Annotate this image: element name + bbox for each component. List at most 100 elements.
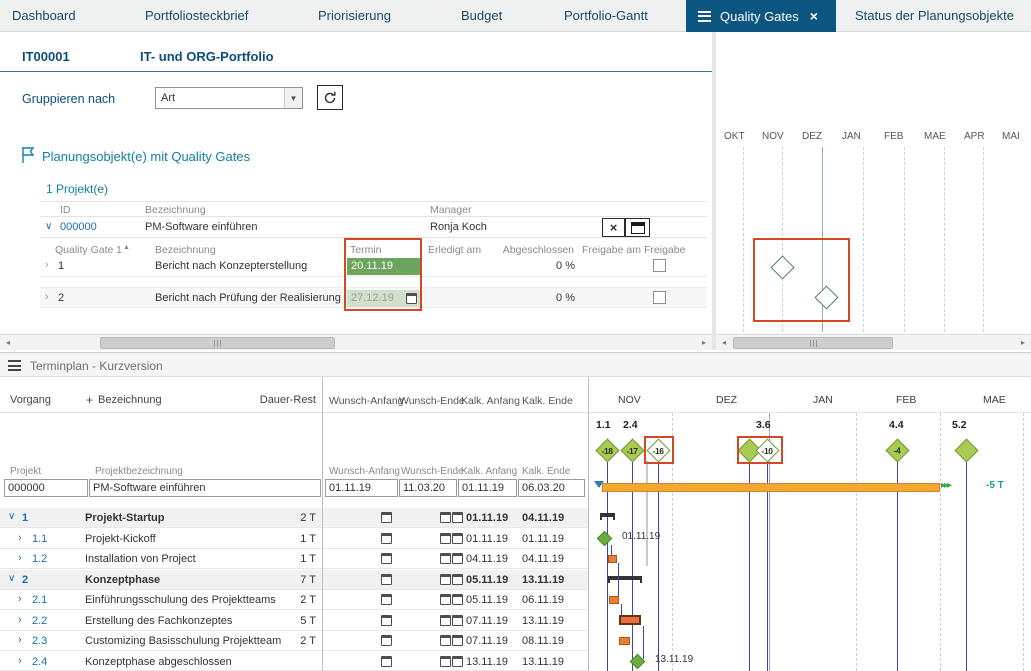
gate-termin-field[interactable]: 20.11.19 — [347, 258, 420, 275]
milestone-diamond[interactable] — [597, 531, 613, 547]
column-splitter[interactable] — [322, 377, 323, 671]
tab-status-planungsobjekte[interactable]: Status der Planungsobjekte — [855, 0, 1014, 32]
col-freigabe[interactable]: Freigabe — [644, 244, 685, 256]
task-num[interactable]: 2.1 — [32, 594, 47, 606]
calendar-icon[interactable] — [440, 656, 451, 667]
expand-icon[interactable]: › — [18, 593, 22, 605]
quality-gate-diamond[interactable]: -10 — [755, 438, 779, 462]
task-gantt-bar-selected[interactable] — [619, 615, 641, 625]
col-gate-bezeichnung[interactable]: Bezeichnung — [155, 244, 216, 256]
calendar-icon[interactable] — [381, 635, 392, 646]
scrollbar-thumb[interactable] — [733, 337, 893, 349]
gate-row[interactable]: › 2 Bericht nach Prüfung der Realisierun… — [40, 287, 707, 308]
col-freigabe-am[interactable]: Freigabe am — [582, 244, 641, 256]
expand-icon[interactable]: › — [18, 532, 22, 544]
project-gantt-bar[interactable] — [602, 483, 940, 492]
scrollbar-thumb[interactable] — [100, 337, 335, 349]
task-num[interactable]: 2.4 — [32, 656, 47, 668]
milestone-diamond[interactable]: -17 — [620, 438, 644, 462]
calendar-icon[interactable] — [440, 512, 451, 523]
task-row[interactable]: ∨ 1 Projekt-Startup 2 T 01.11.19 04.11.1… — [0, 508, 588, 528]
task-gantt-bar[interactable] — [608, 555, 617, 563]
calendar-button[interactable] — [625, 218, 650, 237]
task-row[interactable]: › 2.4 Konzeptphase abgeschlossen 13.11.1… — [0, 652, 588, 671]
col-termin[interactable]: Termin — [350, 244, 382, 256]
task-gantt-bar[interactable] — [619, 637, 630, 645]
calendar-icon[interactable] — [381, 656, 392, 667]
col-abgeschlossen[interactable]: Abgeschlossen — [494, 244, 574, 256]
gantt-splitter[interactable] — [588, 377, 589, 671]
quality-gate-diamond[interactable] — [770, 255, 794, 279]
expand-icon[interactable]: › — [45, 291, 49, 303]
panel-splitter[interactable] — [712, 32, 716, 350]
calendar-icon[interactable] — [452, 615, 463, 626]
tab-quality-gates[interactable]: Quality Gates × — [686, 0, 836, 32]
calendar-icon[interactable] — [440, 533, 451, 544]
sort-order[interactable]: 1 — [116, 244, 122, 256]
project-id-input[interactable] — [4, 479, 88, 497]
wunsch-anfang-input[interactable] — [325, 479, 398, 497]
milestone-diamond[interactable] — [954, 438, 978, 462]
refresh-button[interactable] — [317, 85, 343, 110]
calendar-icon[interactable] — [452, 656, 463, 667]
scroll-right-icon[interactable]: ▸ — [1015, 335, 1031, 350]
close-tab-icon[interactable]: × — [810, 8, 818, 24]
project-id-link[interactable]: 000000 — [60, 221, 97, 233]
task-row[interactable]: › 1.2 Installation von Project 1 T 04.11… — [0, 549, 588, 569]
expand-icon[interactable]: › — [18, 655, 22, 667]
calendar-icon[interactable] — [452, 594, 463, 605]
project-name-input[interactable] — [89, 479, 321, 497]
task-row[interactable]: › 1.1 Projekt-Kickoff 1 T 01.11.19 01.11… — [0, 529, 588, 549]
project-row[interactable]: ∨ 000000 PM-Software einführen Ronja Koc… — [40, 216, 707, 238]
kalk-anfang-input[interactable] — [458, 479, 517, 497]
collapse-icon[interactable]: ∨ — [45, 221, 52, 232]
delete-button[interactable]: × — [602, 218, 625, 237]
scroll-left-icon[interactable]: ◂ — [0, 335, 16, 350]
calendar-icon[interactable] — [381, 533, 392, 544]
phase-summary-bar[interactable] — [600, 513, 615, 517]
calendar-icon[interactable] — [440, 553, 451, 564]
task-num[interactable]: 2 — [22, 574, 28, 586]
task-num[interactable]: 2.2 — [32, 615, 47, 627]
calendar-icon[interactable] — [452, 553, 463, 564]
task-row[interactable]: › 2.2 Erstellung des Fachkonzeptes 5 T 0… — [0, 611, 588, 631]
calendar-icon[interactable] — [452, 533, 463, 544]
calendar-icon[interactable] — [440, 574, 451, 585]
collapse-icon[interactable]: ∨ — [8, 511, 15, 522]
expand-icon[interactable]: › — [45, 259, 49, 271]
freigabe-checkbox[interactable] — [653, 291, 666, 304]
menu-icon[interactable] — [8, 360, 21, 371]
col-quality-gate[interactable]: Quality Gate — [55, 244, 113, 256]
phase-summary-bar[interactable] — [608, 576, 642, 580]
task-num[interactable]: 2.3 — [32, 635, 47, 647]
milestone-diamond[interactable]: -18 — [595, 438, 619, 462]
calendar-icon[interactable] — [452, 635, 463, 646]
quality-gate-diamond[interactable]: -16 — [646, 438, 670, 462]
freigabe-checkbox[interactable] — [653, 259, 666, 272]
task-row[interactable]: › 2.3 Customizing Basisschulung Projektt… — [0, 631, 588, 651]
task-num[interactable]: 1.1 — [32, 533, 47, 545]
calendar-icon[interactable] — [381, 594, 392, 605]
quality-gate-diamond[interactable] — [814, 285, 838, 309]
chevron-down-icon[interactable]: ▼ — [284, 88, 302, 108]
col-erledigt-am[interactable]: Erledigt am — [428, 244, 481, 256]
wunsch-ende-input[interactable] — [399, 479, 457, 497]
menu-icon[interactable] — [698, 11, 711, 22]
task-num[interactable]: 1.2 — [32, 553, 47, 565]
expand-icon[interactable]: › — [18, 614, 22, 626]
task-num[interactable]: 1 — [22, 512, 28, 524]
calendar-icon[interactable] — [452, 512, 463, 523]
calendar-icon[interactable] — [452, 574, 463, 585]
task-gantt-bar[interactable] — [609, 596, 619, 604]
add-task-button[interactable]: + — [86, 393, 93, 407]
milestone-diamond[interactable]: -4 — [885, 438, 909, 462]
tab-budget[interactable]: Budget — [461, 0, 502, 32]
calendar-icon[interactable] — [440, 594, 451, 605]
expand-icon[interactable]: › — [18, 552, 22, 564]
calendar-icon[interactable] — [406, 293, 417, 304]
tab-portfolio-gantt[interactable]: Portfolio-Gantt — [564, 0, 648, 32]
gate-row[interactable]: › 1 Bericht nach Konzepterstellung 20.11… — [40, 256, 707, 277]
calendar-icon[interactable] — [381, 574, 392, 585]
kalk-ende-input[interactable] — [518, 479, 585, 497]
scroll-left-icon[interactable]: ◂ — [716, 335, 732, 350]
